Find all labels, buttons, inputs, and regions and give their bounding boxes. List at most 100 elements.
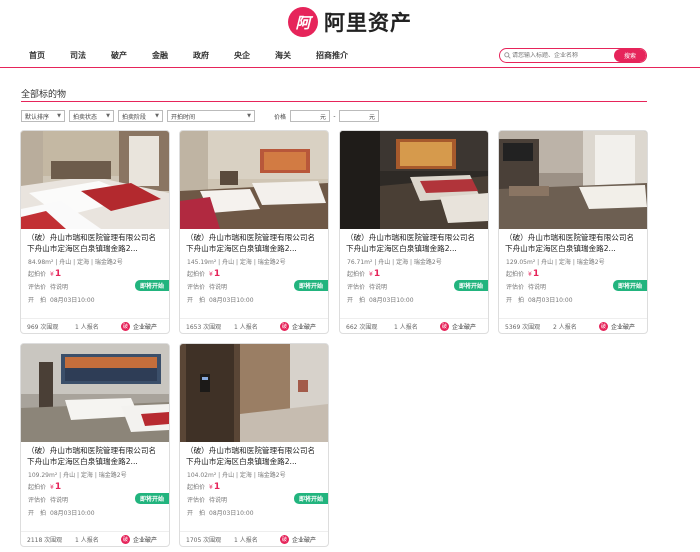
price-max-input[interactable]: 元 (339, 110, 380, 122)
signup-count: 1 人报名 (234, 536, 258, 544)
time-select[interactable]: 开拍时间 ▼ (167, 110, 255, 122)
property-photo[interactable] (21, 344, 169, 442)
property-photo[interactable] (21, 131, 169, 229)
currency-symbol: ¥ (209, 483, 213, 491)
sort-select[interactable]: 默认排序 ▼ (21, 110, 65, 122)
nav-item-government[interactable]: 政府 (193, 50, 209, 61)
status-badge: 即将开始 (293, 493, 328, 504)
property-photo[interactable] (340, 131, 488, 229)
view-count: 1653 次围观 (186, 323, 222, 331)
nav-item-home[interactable]: 首页 (29, 50, 45, 61)
start-price: ¥1 (50, 482, 61, 492)
start-price-row: 起拍价 ¥1 (340, 267, 488, 280)
listing-card[interactable]: （破）舟山市瑞和医院管理有限公司名下舟山市定海区白泉镇瑞金路2... 109.2… (20, 343, 170, 547)
section-divider (21, 101, 647, 102)
listing-meta: 76.71m² | 舟山 | 定海 | 瑞金路2号 (347, 259, 442, 266)
start-time-row: 开 拍 08月03日10:00 即将开始 (180, 493, 328, 519)
start-time-row: 开 拍 08月03日10:00 即将开始 (340, 280, 488, 306)
bankruptcy-icon: 破 (440, 321, 449, 331)
start-price-value: 1 (532, 268, 540, 279)
price-separator: - (333, 112, 336, 120)
currency-symbol: ¥ (528, 270, 532, 278)
category-tag: 企业破产 (452, 323, 477, 331)
start-time-label: 开 拍 (347, 297, 366, 304)
bankruptcy-icon: 破 (599, 321, 608, 331)
signup-count: 1 人报名 (234, 323, 258, 331)
view-count: 1705 次围观 (186, 536, 222, 544)
card-footer: 2118 次围观 1 人报名 破 企业破产 (21, 531, 169, 546)
bankruptcy-icon: 破 (121, 321, 130, 331)
eval-price-label: 评估价 (506, 284, 525, 291)
start-time-row: 开 拍 08月03日10:00 即将开始 (180, 280, 328, 306)
listing-title[interactable]: （破）舟山市瑞和医院管理有限公司名下舟山市定海区白泉镇瑞金路2... (499, 229, 647, 255)
time-select-label: 开拍时间 (171, 113, 196, 121)
property-photo[interactable] (180, 131, 328, 229)
property-photo[interactable] (180, 344, 328, 442)
start-time-value: 08月03日10:00 (50, 510, 95, 517)
card-footer: 1705 次围观 1 人报名 破 企业破产 (180, 531, 328, 546)
search-button[interactable]: 搜索 (614, 49, 646, 62)
nav-item-customs[interactable]: 海关 (275, 50, 291, 61)
eval-price-label: 评估价 (187, 284, 206, 291)
nav-item-investment[interactable]: 招商推介 (316, 50, 348, 61)
chevron-down-icon: ▼ (155, 113, 159, 119)
eval-price-label: 评估价 (28, 497, 47, 504)
listing-meta: 145.19m² | 舟山 | 定海 | 瑞金路2号 (187, 259, 286, 266)
start-price: ¥1 (209, 482, 220, 492)
card-footer: 662 次围观 1 人报名 破 企业破产 (340, 318, 488, 333)
eval-price-label: 评估价 (28, 284, 47, 291)
filter-bar: 默认排序 ▼ 拍卖状态 ▼ 拍卖阶段 ▼ 开拍时间 ▼ 价格 元 - 元 (21, 110, 380, 122)
signup-count: 2 人报名 (553, 323, 577, 331)
start-time-row: 开 拍 08月03日10:00 即将开始 (499, 280, 647, 306)
listing-title[interactable]: （破）舟山市瑞和医院管理有限公司名下舟山市定海区白泉镇瑞金路2... (180, 229, 328, 255)
start-price-value: 1 (373, 268, 381, 279)
listing-card[interactable]: （破）舟山市瑞和医院管理有限公司名下舟山市定海区白泉镇瑞金路2... 84.98… (20, 130, 170, 334)
listing-card[interactable]: （破）舟山市瑞和医院管理有限公司名下舟山市定海区白泉镇瑞金路2... 145.1… (179, 130, 329, 334)
listing-card[interactable]: （破）舟山市瑞和医院管理有限公司名下舟山市定海区白泉镇瑞金路2... 129.0… (498, 130, 648, 334)
currency-symbol: ¥ (50, 483, 54, 491)
start-price-row: 起拍价 ¥1 (21, 480, 169, 493)
view-count: 662 次围观 (346, 323, 378, 331)
chevron-down-icon: ▼ (106, 113, 110, 119)
card-footer: 5369 次围观 2 人报名 破 企业破产 (499, 318, 647, 333)
status-select[interactable]: 拍卖状态 ▼ (69, 110, 114, 122)
start-time-row: 开 拍 08月03日10:00 即将开始 (21, 493, 169, 519)
price-max-unit: 元 (369, 113, 376, 121)
status-badge: 即将开始 (612, 280, 647, 291)
card-footer: 969 次围观 1 人报名 破 企业破产 (21, 318, 169, 333)
listing-title[interactable]: （破）舟山市瑞和医院管理有限公司名下舟山市定海区白泉镇瑞金路2... (21, 442, 169, 468)
status-badge: 即将开始 (134, 280, 169, 291)
nav-item-finance[interactable]: 金融 (152, 50, 168, 61)
view-count: 2118 次围观 (27, 536, 63, 544)
brand-logo-icon[interactable]: 阿 (288, 7, 318, 37)
search-input[interactable] (512, 52, 614, 59)
nav-item-bankruptcy[interactable]: 破产 (111, 50, 127, 61)
start-price-row: 起拍价 ¥1 (499, 267, 647, 280)
listing-title[interactable]: （破）舟山市瑞和医院管理有限公司名下舟山市定海区白泉镇瑞金路2... (340, 229, 488, 255)
listing-card[interactable]: （破）舟山市瑞和医院管理有限公司名下舟山市定海区白泉镇瑞金路2... 104.0… (179, 343, 329, 547)
main-nav: 首页 司法 破产 金融 政府 央企 海关 招商推介 搜索 (0, 44, 700, 68)
start-price-value: 1 (54, 481, 62, 492)
property-photo[interactable] (499, 131, 647, 229)
listing-title[interactable]: （破）舟山市瑞和医院管理有限公司名下舟山市定海区白泉镇瑞金路2... (21, 229, 169, 255)
nav-item-judicial[interactable]: 司法 (70, 50, 86, 61)
start-price-row: 起拍价 ¥1 (180, 480, 328, 493)
start-price-value: 1 (213, 268, 221, 279)
stage-select[interactable]: 拍卖阶段 ▼ (118, 110, 163, 122)
start-price: ¥1 (528, 269, 539, 279)
eval-price-value: 待说明 (369, 284, 388, 291)
brand-name[interactable]: 阿里资产 (324, 7, 412, 37)
eval-price-value: 待说明 (209, 497, 228, 504)
currency-symbol: ¥ (209, 270, 213, 278)
chevron-down-icon: ▼ (57, 113, 61, 119)
listing-title[interactable]: （破）舟山市瑞和医院管理有限公司名下舟山市定海区白泉镇瑞金路2... (180, 442, 328, 468)
listing-card[interactable]: （破）舟山市瑞和医院管理有限公司名下舟山市定海区白泉镇瑞金路2... 76.71… (339, 130, 489, 334)
start-price-row: 起拍价 ¥1 (180, 267, 328, 280)
status-select-label: 拍卖状态 (73, 113, 98, 121)
price-label: 价格 (274, 113, 287, 121)
nav-item-soe[interactable]: 央企 (234, 50, 250, 61)
view-count: 969 次围观 (27, 323, 59, 331)
price-min-input[interactable]: 元 (290, 110, 331, 122)
start-price: ¥1 (50, 269, 61, 279)
start-time-label: 开 拍 (28, 510, 47, 517)
